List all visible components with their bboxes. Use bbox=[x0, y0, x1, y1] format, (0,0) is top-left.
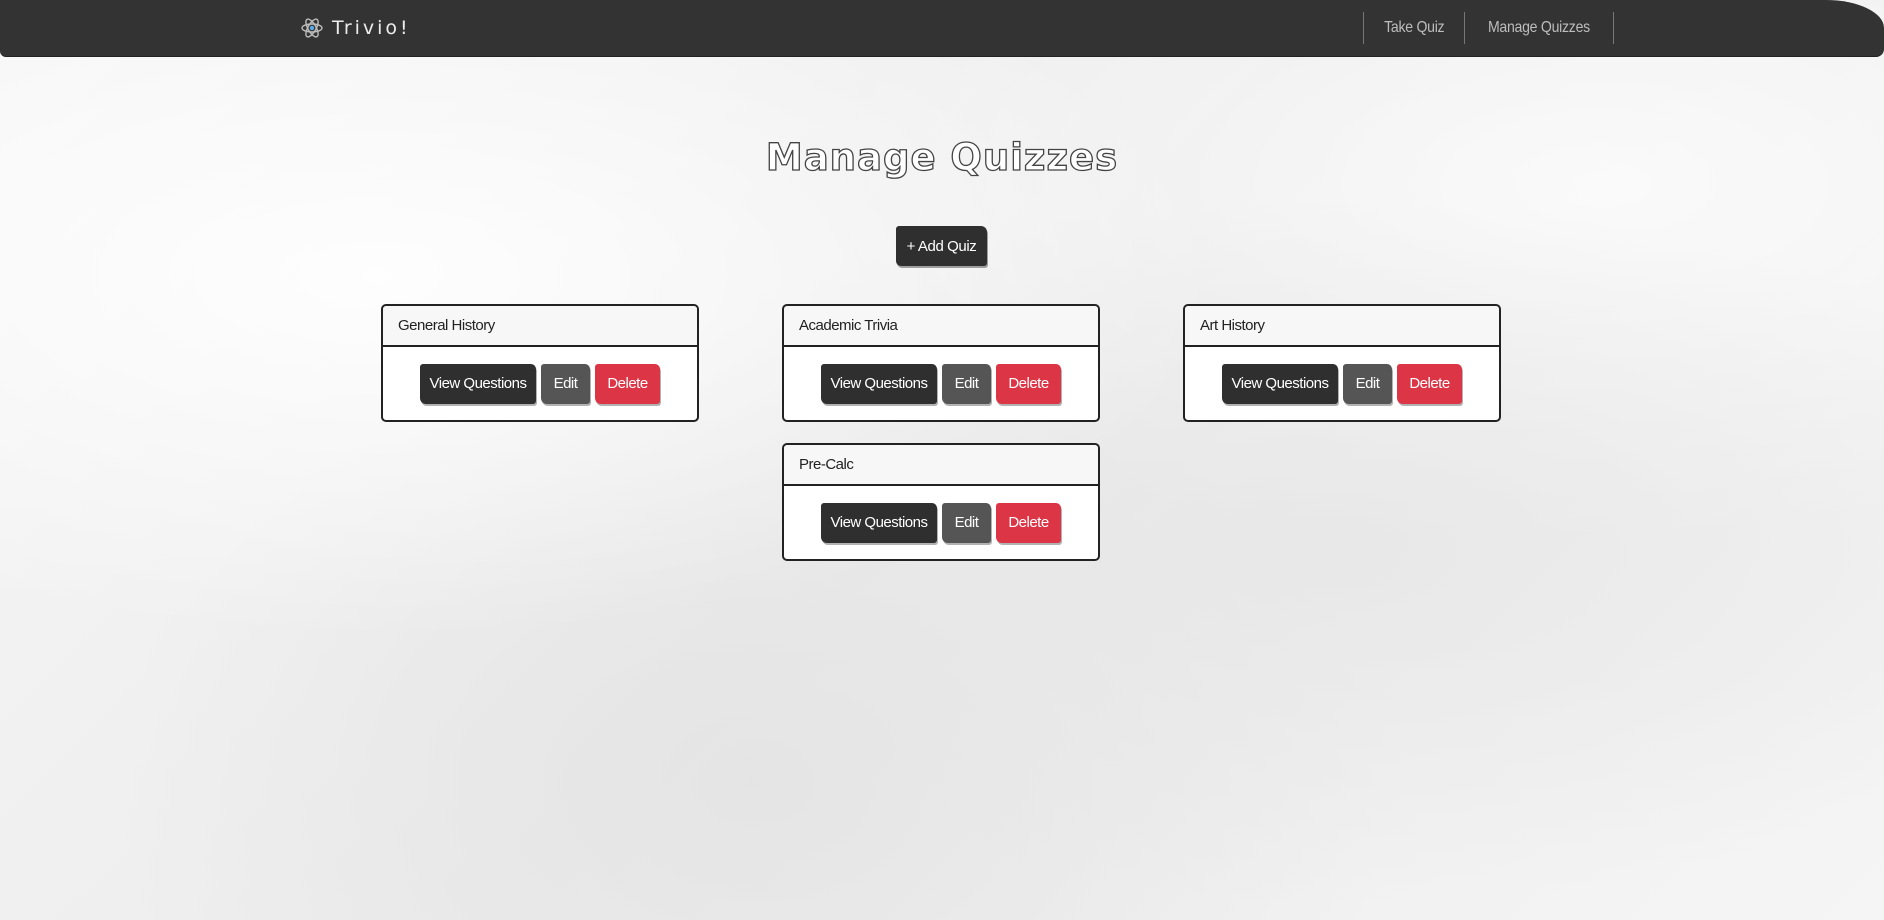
quiz-card-header: Academic Trivia bbox=[784, 306, 1098, 347]
edit-button[interactable]: Edit bbox=[1343, 363, 1392, 404]
view-questions-button[interactable]: View Questions bbox=[821, 502, 937, 543]
view-questions-button[interactable]: View Questions bbox=[420, 363, 536, 404]
atom-icon bbox=[300, 16, 324, 40]
quiz-title: Pre-Calc bbox=[799, 456, 854, 473]
quiz-card-header: Pre-Calc bbox=[784, 445, 1098, 486]
edit-button[interactable]: Edit bbox=[541, 363, 590, 404]
edit-button[interactable]: Edit bbox=[942, 502, 991, 543]
quiz-card-actions: View Questions Edit Delete bbox=[1185, 347, 1499, 420]
delete-button[interactable]: Delete bbox=[1397, 363, 1462, 404]
quiz-card-actions: View Questions Edit Delete bbox=[784, 347, 1098, 420]
quiz-card: Art History View Questions Edit Delete bbox=[1183, 304, 1501, 422]
delete-button[interactable]: Delete bbox=[996, 363, 1061, 404]
delete-button[interactable]: Delete bbox=[595, 363, 660, 404]
quiz-title: General History bbox=[398, 317, 495, 334]
brand[interactable]: Trivio! bbox=[300, 14, 411, 42]
view-questions-button[interactable]: View Questions bbox=[821, 363, 937, 404]
add-quiz-button[interactable]: + Add Quiz bbox=[896, 226, 987, 266]
page-title: Manage Quizzes bbox=[765, 135, 1119, 179]
quiz-card-header: Art History bbox=[1185, 306, 1499, 347]
quiz-title: Academic Trivia bbox=[799, 317, 898, 334]
view-questions-button[interactable]: View Questions bbox=[1222, 363, 1338, 404]
quiz-title: Art History bbox=[1200, 317, 1265, 334]
nav-manage-quizzes[interactable]: Manage Quizzes bbox=[1474, 12, 1604, 44]
nav-divider bbox=[1613, 12, 1615, 44]
nav-take-quiz[interactable]: Take Quiz bbox=[1370, 12, 1458, 44]
quiz-card-header: General History bbox=[383, 306, 697, 347]
quiz-card: General History View Questions Edit Dele… bbox=[381, 304, 699, 422]
nav-divider bbox=[1363, 12, 1364, 44]
brand-name: Trivio! bbox=[332, 17, 411, 39]
quiz-card-actions: View Questions Edit Delete bbox=[383, 347, 697, 420]
delete-button[interactable]: Delete bbox=[996, 502, 1061, 543]
quiz-card: Academic Trivia View Questions Edit Dele… bbox=[782, 304, 1100, 422]
edit-button[interactable]: Edit bbox=[942, 363, 991, 404]
navbar: Trivio! Take Quiz Manage Quizzes bbox=[0, 0, 1884, 57]
nav-divider bbox=[1464, 12, 1466, 44]
nav-links: Take Quiz Manage Quizzes bbox=[1363, 12, 1615, 44]
quiz-card: Pre-Calc View Questions Edit Delete bbox=[782, 443, 1100, 561]
quiz-card-actions: View Questions Edit Delete bbox=[784, 486, 1098, 559]
